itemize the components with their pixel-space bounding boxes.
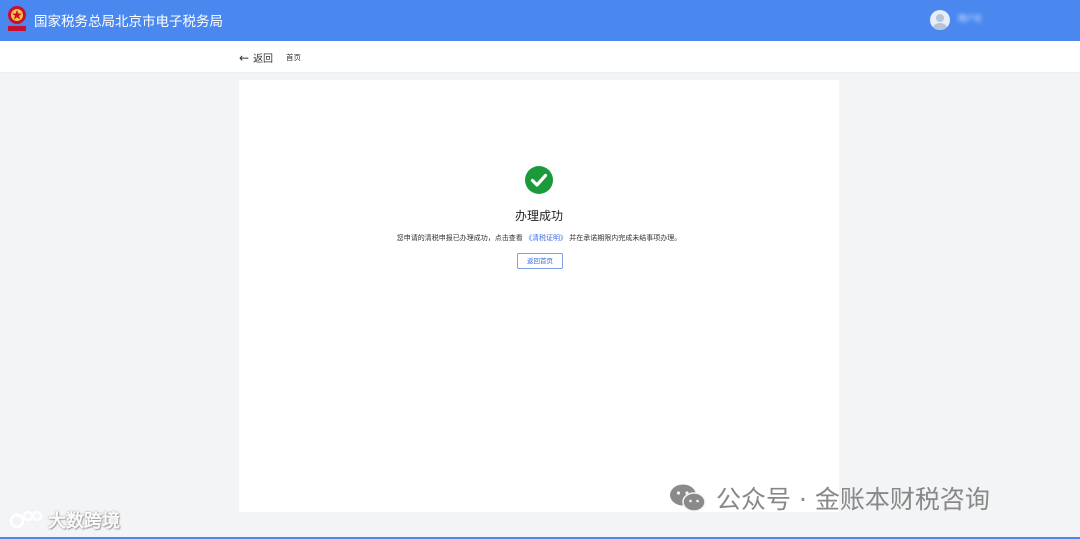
top-header: 国家税务总局北京市电子税务局 用户名 xyxy=(0,0,1080,41)
wechat-icon xyxy=(670,484,706,512)
back-button[interactable]: ← 返回 xyxy=(239,50,274,66)
clearance-certificate-link[interactable]: 《清税证明》 xyxy=(525,234,567,242)
user-avatar-icon[interactable] xyxy=(930,10,950,30)
watermark-right-text: 公众号 · 金账本财税咨询 xyxy=(716,485,990,514)
tax-bureau-logo-icon xyxy=(6,5,28,33)
site-title: 国家税务总局北京市电子税务局 xyxy=(34,14,223,30)
result-message: 您申请的清税申报已办理成功，点击查看 《清税证明》 并在承诺期限内完成未结事项办… xyxy=(239,233,839,243)
user-name[interactable]: 用户名 xyxy=(958,13,982,24)
watermark-left-text: 大数跨境 xyxy=(48,511,120,532)
result-card: 办理成功 您申请的清税申报已办理成功，点击查看 《清税证明》 并在承诺期限内完成… xyxy=(239,80,839,512)
result-title: 办理成功 xyxy=(514,209,563,223)
watermark-left: 大数跨境 xyxy=(10,507,120,533)
result-message-tail: 并在承诺期限内完成未结事项办理。 xyxy=(569,234,682,242)
breadcrumb-home[interactable]: 首页 xyxy=(286,52,301,63)
brand-logo-icon xyxy=(10,510,43,529)
sub-navigation-bar: ← 返回 首页 xyxy=(0,41,1080,73)
return-home-button[interactable]: 返回首页 xyxy=(517,253,563,269)
arrow-left-icon: ← xyxy=(239,50,250,65)
success-check-icon xyxy=(525,166,553,194)
watermark-right: 公众号 · 金账本财税咨询 xyxy=(668,480,990,516)
result-message-text: 您申请的清税申报已办理成功，点击查看 xyxy=(396,234,523,242)
back-label: 返回 xyxy=(253,54,274,65)
